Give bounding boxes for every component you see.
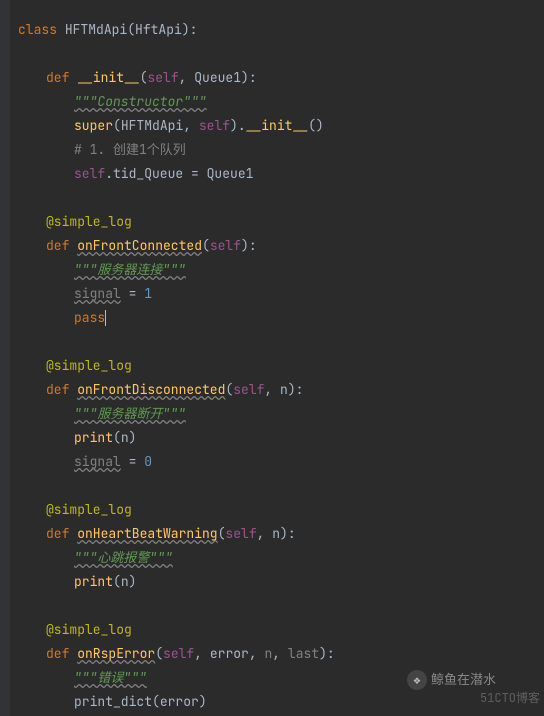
blank-line xyxy=(18,186,544,210)
code-line: print(n) xyxy=(18,426,544,450)
wechat-icon: ❖ xyxy=(407,670,427,690)
code-line: # 1. 创建1个队列 xyxy=(18,138,544,162)
code-line: pass xyxy=(18,306,544,330)
code-line: print_dict(error) xyxy=(18,690,544,714)
code-line: @simple_log xyxy=(18,210,544,234)
code-line: def onFrontDisconnected(self, n): xyxy=(18,378,544,402)
code-line: signal = 1 xyxy=(18,282,544,306)
code-line: def __init__(self, Queue1): xyxy=(18,66,544,90)
code-line: """心跳报警""" xyxy=(18,546,544,570)
blank-line xyxy=(18,42,544,66)
code-line: """服务器连接""" xyxy=(18,258,544,282)
code-line: @simple_log xyxy=(18,618,544,642)
code-line: def onRspError(self, error, n, last): xyxy=(18,642,544,666)
code-line: self.tid_Queue = Queue1 xyxy=(18,162,544,186)
blank-line xyxy=(18,594,544,618)
blank-line xyxy=(18,330,544,354)
code-line: def onHeartBeatWarning(self, n): xyxy=(18,522,544,546)
code-line: """服务器断开""" xyxy=(18,402,544,426)
code-line: """Constructor""" xyxy=(18,90,544,114)
code-line: print(n) xyxy=(18,570,544,594)
blank-line xyxy=(18,474,544,498)
code-line: @simple_log xyxy=(18,354,544,378)
code-line: signal = 0 xyxy=(18,450,544,474)
code-line: def onFrontConnected(self): xyxy=(18,234,544,258)
source-watermark: 51CTO博客 xyxy=(480,686,540,710)
code-editor[interactable]: class HFTMdApi(HftApi): def __init__(sel… xyxy=(0,0,544,714)
code-line: class HFTMdApi(HftApi): xyxy=(18,18,544,42)
code-line: @simple_log xyxy=(18,498,544,522)
code-line: super(HFTMdApi, self).__init__() xyxy=(18,114,544,138)
text-caret xyxy=(105,310,106,326)
